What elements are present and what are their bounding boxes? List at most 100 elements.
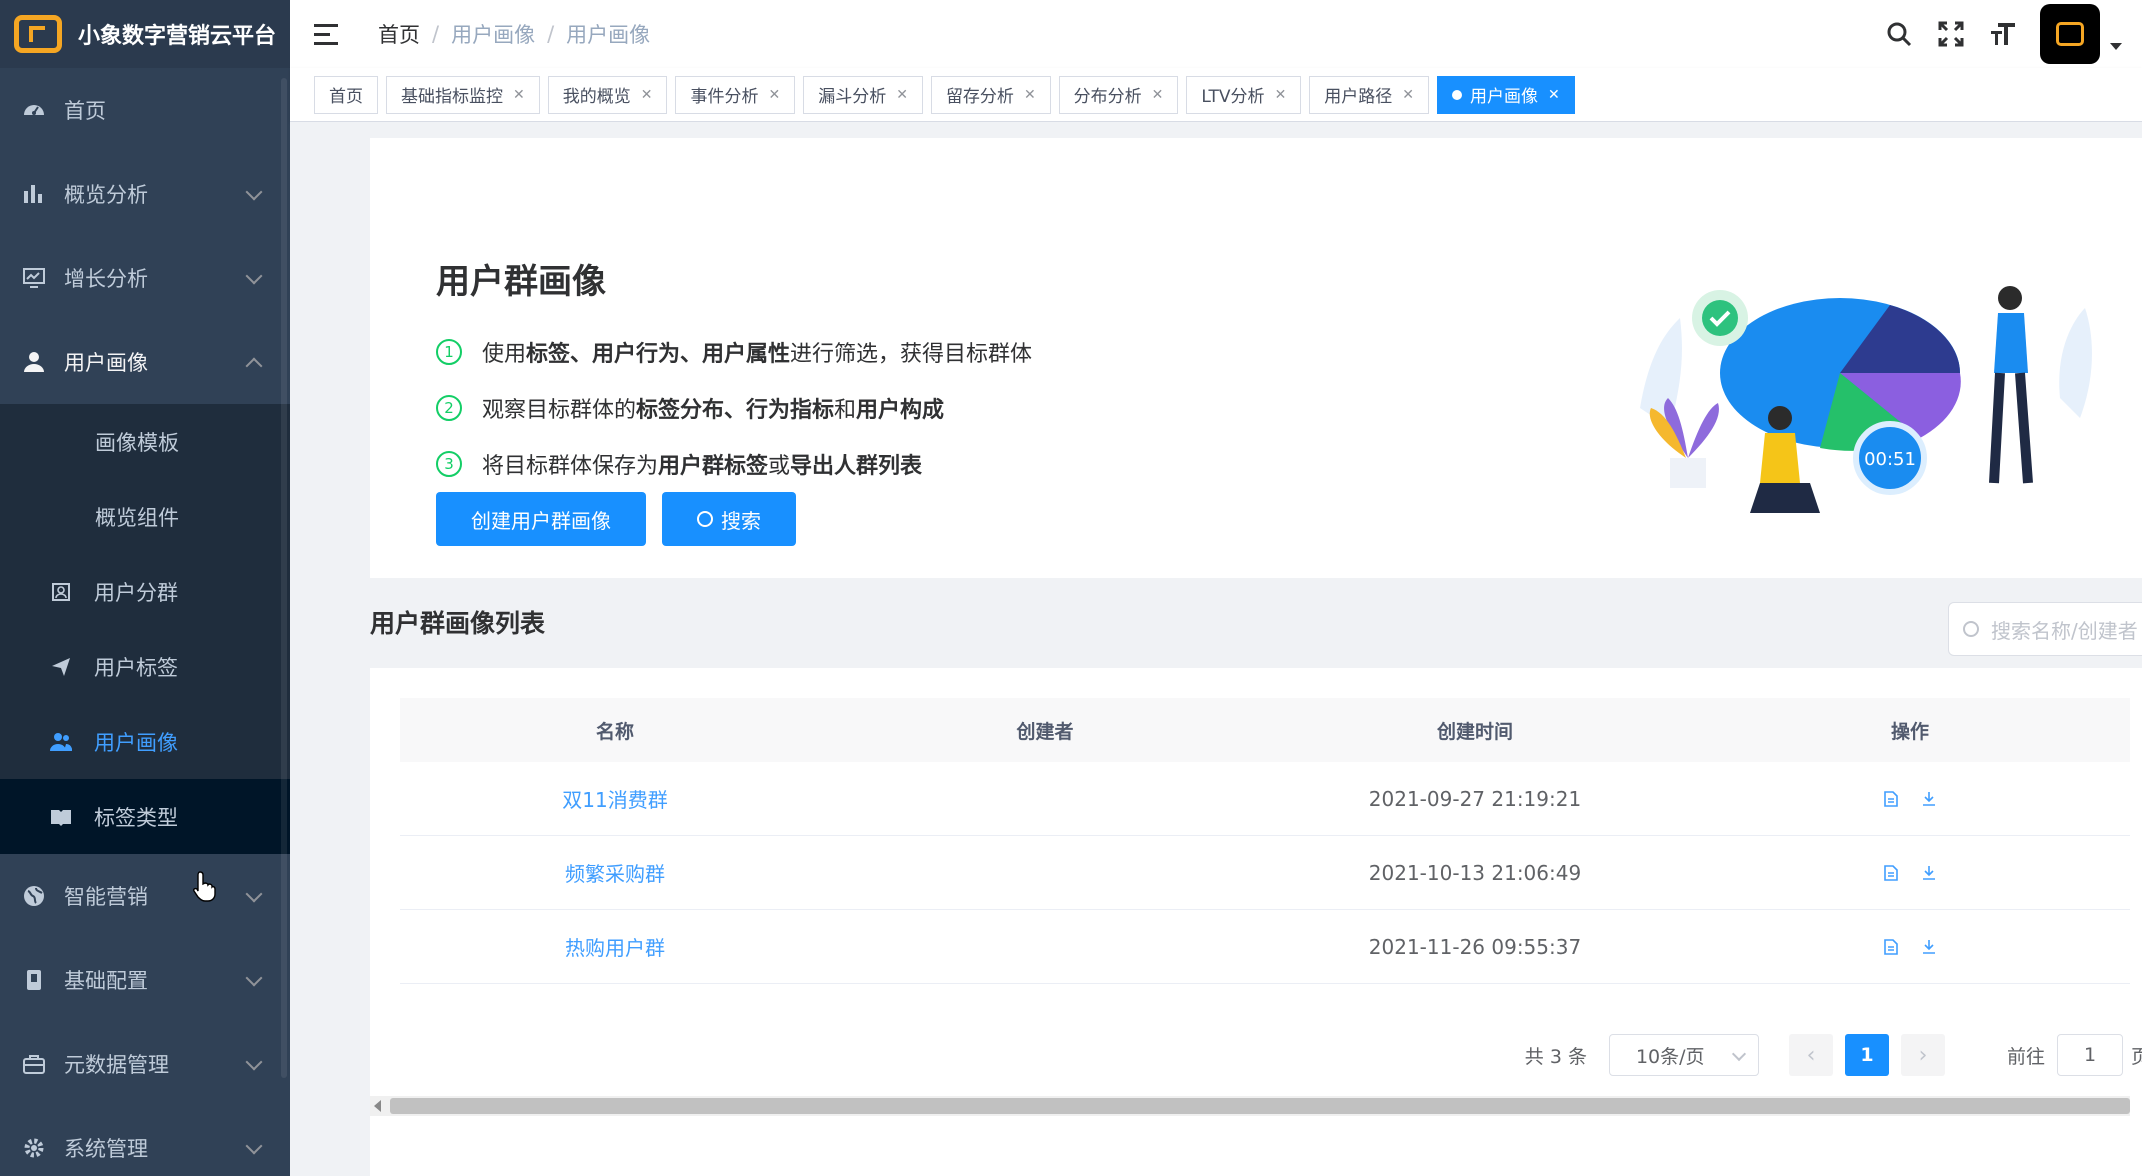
- sidebar-item-user-tags[interactable]: 用户标签: [0, 629, 290, 704]
- sidebar-item-growth[interactable]: 增长分析: [0, 236, 290, 320]
- sidebar-item-label: 基础配置: [64, 969, 148, 993]
- close-icon[interactable]: ✕: [513, 87, 525, 103]
- send-icon: [50, 656, 72, 678]
- sidebar-item-user-groups[interactable]: 用户分群: [0, 554, 290, 629]
- table-header: 名称 创建者 创建时间 操作: [400, 698, 2130, 762]
- close-icon[interactable]: ✕: [1275, 87, 1287, 103]
- page-title: 用户群画像: [436, 262, 606, 302]
- caret-down-icon[interactable]: [2110, 42, 2122, 50]
- search-placeholder: 搜索名称/创建者: [1991, 618, 2138, 643]
- config-icon: [20, 966, 48, 994]
- goto-label: 前往: [2006, 1045, 2045, 1068]
- bar-chart-icon: [20, 180, 48, 208]
- view-document-icon[interactable]: [1881, 789, 1901, 809]
- tag-user-portrait[interactable]: 用户画像 ✕: [1437, 75, 1575, 114]
- page-size-select[interactable]: 10条/页: [1608, 1034, 1759, 1076]
- portrait-name-link[interactable]: 双11消费群: [562, 788, 667, 812]
- download-icon[interactable]: [1919, 937, 1939, 957]
- sidebar-item-user-portrait-page[interactable]: 用户画像: [0, 704, 290, 779]
- sidebar-item-tag-types[interactable]: 标签类型: [0, 779, 290, 854]
- list-search-input[interactable]: 搜索名称/创建者: [1948, 602, 2142, 656]
- step-text: 进行筛选，获得目标群体: [790, 342, 1033, 367]
- breadcrumb-item-home[interactable]: 首页: [378, 19, 420, 49]
- download-icon[interactable]: [1919, 863, 1939, 883]
- sidebar-item-label: 用户画像: [94, 730, 178, 755]
- search-icon[interactable]: [1884, 19, 1914, 49]
- sidebar-item-portrait-template[interactable]: 画像模板: [0, 404, 290, 479]
- sidebar: 小象数字营销云平台 首页 概览分析 增长分析 用户画像 画像模板 概览组件 用户…: [0, 0, 290, 1176]
- portrait-table: 名称 创建者 创建时间 操作 双11消费群 2021-09-27 21:19:2…: [400, 698, 2130, 984]
- tag-label: 用户路径: [1324, 87, 1393, 107]
- sidebar-item-overview-components[interactable]: 概览组件: [0, 479, 290, 554]
- scroll-left-icon[interactable]: [374, 1100, 381, 1112]
- sidebar-item-label: 系统管理: [64, 1137, 148, 1161]
- app-title: 小象数字营销云平台: [78, 24, 277, 49]
- table-row: 双11消费群 2021-09-27 21:19:21: [400, 762, 2130, 836]
- breadcrumb-item-section: 用户画像: [451, 23, 536, 47]
- sidebar-item-label: 用户标签: [94, 655, 178, 680]
- main-content: 用户群画像 1 使用 标签、用户行为、用户属性 进行筛选，获得目标群体 2 观察…: [290, 122, 2142, 1176]
- step-text: 使用: [482, 342, 527, 367]
- portrait-name-link[interactable]: 热购用户群: [565, 936, 665, 960]
- step-highlight: 用户群标签: [658, 454, 769, 479]
- chevron-up-icon: [245, 357, 263, 375]
- portrait-name-link[interactable]: 频繁采购群: [565, 862, 665, 886]
- column-header-created[interactable]: 创建时间: [1260, 717, 1690, 744]
- sidebar-item-system[interactable]: 系统管理: [0, 1106, 290, 1176]
- tag-event-analysis[interactable]: 事件分析 ✕: [675, 75, 796, 114]
- close-icon[interactable]: ✕: [1152, 87, 1164, 103]
- tag-home[interactable]: 首页: [314, 75, 378, 114]
- view-document-icon[interactable]: [1881, 937, 1901, 957]
- search-button[interactable]: 搜索: [662, 492, 796, 546]
- close-icon[interactable]: ✕: [1402, 87, 1414, 103]
- fullscreen-icon[interactable]: [1936, 19, 1966, 49]
- user-portrait-icon: [50, 731, 72, 753]
- step-number-icon: 2: [436, 395, 462, 421]
- sidebar-item-metadata[interactable]: 元数据管理: [0, 1022, 290, 1106]
- sidebar-item-basic-config[interactable]: 基础配置: [0, 938, 290, 1022]
- scrollbar-thumb[interactable]: [390, 1098, 2130, 1114]
- sidebar-item-label: 标签类型: [94, 805, 178, 830]
- page-number-current[interactable]: 1: [1844, 1034, 1889, 1076]
- avatar[interactable]: [2040, 4, 2100, 64]
- sidebar-item-label: 增长分析: [64, 267, 148, 291]
- goto-page-input[interactable]: 1: [2056, 1034, 2123, 1076]
- step-highlight: 标签分布、行为指标: [636, 398, 835, 423]
- tag-user-path[interactable]: 用户路径 ✕: [1309, 75, 1430, 114]
- tag-retention-analysis[interactable]: 留存分析 ✕: [930, 75, 1051, 114]
- close-icon[interactable]: ✕: [1548, 87, 1560, 103]
- prev-page-button[interactable]: ‹: [1788, 1034, 1833, 1076]
- hero-steps: 1 使用 标签、用户行为、用户属性 进行筛选，获得目标群体 2 观察目标群体的 …: [436, 324, 1032, 492]
- font-size-icon[interactable]: [1988, 19, 2018, 49]
- close-icon[interactable]: ✕: [896, 87, 908, 103]
- tag-ltv-analysis[interactable]: LTV分析 ✕: [1186, 75, 1302, 114]
- pagination: 共 3 条 10条/页 ‹ 1 › 前往 1 页: [370, 1030, 2142, 1080]
- chevron-down-icon: [245, 1053, 263, 1071]
- tag-my-overview[interactable]: 我的概览 ✕: [547, 75, 668, 114]
- sidebar-scrollbar[interactable]: [281, 78, 287, 1078]
- hamburger-icon[interactable]: [314, 17, 348, 51]
- column-header-creator[interactable]: 创建者: [830, 717, 1260, 744]
- monitor-icon: [20, 264, 48, 292]
- sidebar-item-smart-marketing[interactable]: 智能营销: [0, 854, 290, 938]
- sidebar-item-user-portrait[interactable]: 用户画像: [0, 320, 290, 404]
- column-header-name[interactable]: 名称: [400, 717, 830, 744]
- table-horizontal-scrollbar[interactable]: [370, 1096, 2130, 1116]
- create-portrait-button[interactable]: 创建用户群画像: [436, 492, 646, 546]
- view-document-icon[interactable]: [1881, 863, 1901, 883]
- sidebar-item-label: 概览组件: [95, 505, 179, 530]
- sidebar-item-overview[interactable]: 概览分析: [0, 152, 290, 236]
- close-icon[interactable]: ✕: [768, 87, 780, 103]
- step-highlight: 导出人群列表: [790, 454, 923, 479]
- download-icon[interactable]: [1919, 789, 1939, 809]
- dashboard-icon: [20, 96, 48, 124]
- tag-funnel-analysis[interactable]: 漏斗分析 ✕: [803, 75, 923, 114]
- logo-bar[interactable]: 小象数字营销云平台: [0, 0, 290, 68]
- tag-distribution-analysis[interactable]: 分布分析 ✕: [1058, 75, 1179, 114]
- tag-basic-metrics[interactable]: 基础指标监控 ✕: [386, 75, 540, 114]
- next-page-button[interactable]: ›: [1900, 1034, 1945, 1076]
- analytics-illustration: 00:51: [1640, 286, 2092, 513]
- close-icon[interactable]: ✕: [1024, 87, 1036, 103]
- close-icon[interactable]: ✕: [641, 87, 653, 103]
- sidebar-item-home[interactable]: 首页: [0, 68, 290, 152]
